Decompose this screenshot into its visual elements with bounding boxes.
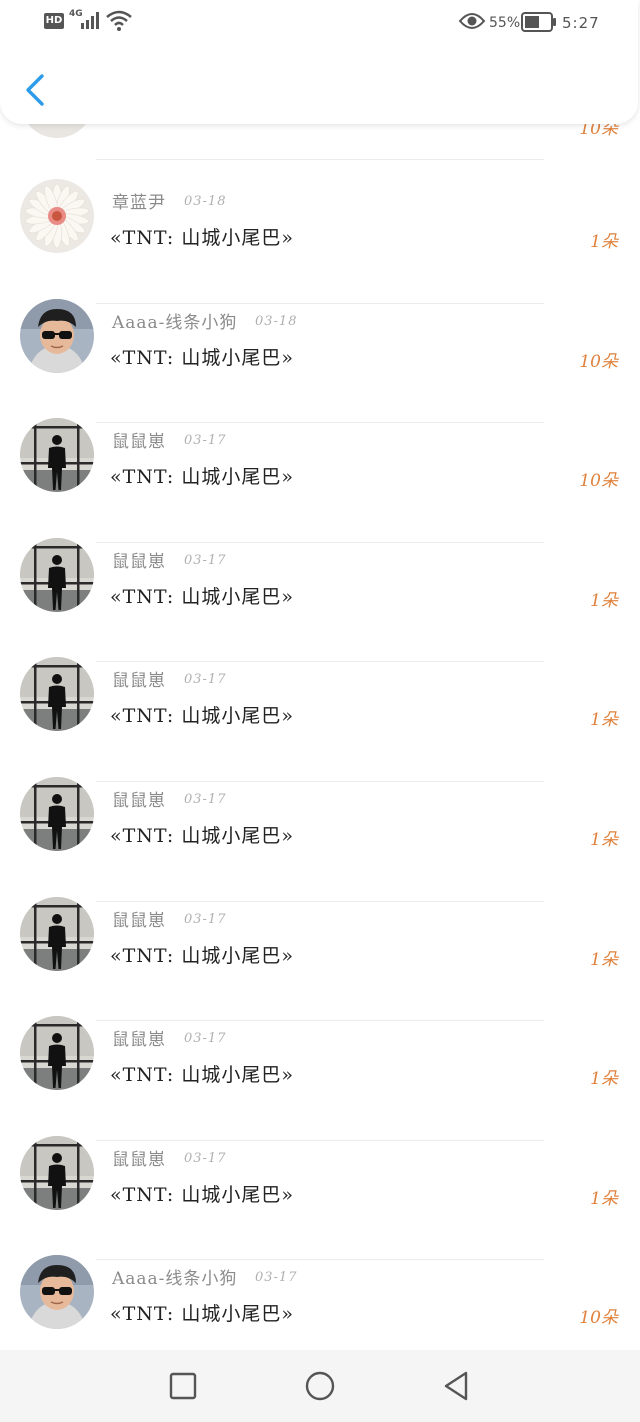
gift-amount: 1朵 xyxy=(590,232,618,252)
send-date: 03-18 xyxy=(184,194,227,209)
home-icon xyxy=(305,1371,335,1401)
list-item[interactable]: 章蓝尹 03-18 «TNT: 山城小尾巴» 1朵 xyxy=(0,179,640,304)
avatar[interactable] xyxy=(20,1255,94,1330)
wifi-icon xyxy=(106,10,132,31)
row-divider xyxy=(96,159,544,160)
sender-name[interactable]: 鼠鼠崽 xyxy=(112,427,166,452)
avatar[interactable] xyxy=(20,418,94,493)
sender-name[interactable]: 鼠鼠崽 xyxy=(112,1145,166,1170)
list-item[interactable]: 鼠鼠崽 03-17 «TNT: 山城小尾巴» 1朵 xyxy=(0,896,640,1022)
gift-amount: 1朵 xyxy=(590,1188,618,1209)
header: HD 4G 55% 5:27 xyxy=(0,0,638,124)
chevron-left-icon xyxy=(26,74,44,106)
gift-amount: 10朵 xyxy=(579,351,618,372)
gift-list: 10朵 章蓝尹 03-18 «TNT: 山城小尾巴» 1朵 Aaaa-线条小狗 … xyxy=(0,64,640,1380)
avatar[interactable] xyxy=(20,776,94,851)
gift-amount: 1朵 xyxy=(590,710,618,731)
recent-apps-button[interactable] xyxy=(165,1368,201,1404)
work-title: «TNT: 山城小尾巴» xyxy=(110,1303,294,1326)
sender-name[interactable]: 鼠鼠崽 xyxy=(112,786,166,811)
avatar[interactable] xyxy=(20,298,94,373)
recent-apps-icon xyxy=(169,1372,197,1400)
list-item[interactable]: 鼠鼠崽 03-17 «TNT: 山城小尾巴» 10朵 xyxy=(0,418,640,543)
avatar[interactable] xyxy=(20,1135,94,1210)
list-item[interactable]: 鼠鼠崽 03-17 «TNT: 山城小尾巴» 1朵 xyxy=(0,1016,640,1141)
send-date: 03-17 xyxy=(255,1270,298,1286)
sender-name[interactable]: 鼠鼠崽 xyxy=(112,547,166,572)
send-date: 03-17 xyxy=(184,552,227,568)
battery-icon xyxy=(521,12,556,32)
avatar[interactable] xyxy=(20,537,94,612)
avatar[interactable] xyxy=(20,179,94,253)
work-title: «TNT: 山城小尾巴» xyxy=(110,944,294,967)
avatar[interactable] xyxy=(20,896,94,971)
work-title: «TNT: 山城小尾巴» xyxy=(110,824,294,847)
clock: 5:27 xyxy=(562,14,600,32)
sender-name[interactable]: 章蓝尹 xyxy=(112,188,166,213)
signal-icon xyxy=(81,12,99,29)
status-bar: HD 4G 55% 5:27 xyxy=(0,0,640,44)
send-date: 03-18 xyxy=(255,313,298,329)
list-item[interactable]: 鼠鼠崽 03-17 «TNT: 山城小尾巴» 1朵 xyxy=(0,776,640,902)
avatar[interactable] xyxy=(20,1016,94,1091)
send-date: 03-17 xyxy=(184,433,227,449)
sender-name[interactable]: 鼠鼠崽 xyxy=(112,906,166,931)
back-button[interactable] xyxy=(18,70,54,110)
hd-badge: HD xyxy=(44,13,64,29)
gift-amount: 1朵 xyxy=(590,829,618,850)
send-date: 03-17 xyxy=(184,1031,227,1047)
avatar[interactable] xyxy=(20,657,94,732)
gift-amount: 1朵 xyxy=(590,1069,618,1090)
list-item[interactable]: 鼠鼠崽 03-17 «TNT: 山城小尾巴» 1朵 xyxy=(0,657,640,782)
list-item[interactable]: 鼠鼠崽 03-17 «TNT: 山城小尾巴» 1朵 xyxy=(0,537,640,663)
work-title: «TNT: 山城小尾巴» xyxy=(110,585,294,608)
send-date: 03-17 xyxy=(184,911,227,927)
home-button[interactable] xyxy=(302,1368,338,1404)
send-date: 03-17 xyxy=(184,672,227,688)
send-date: 03-17 xyxy=(184,791,227,807)
sender-name[interactable]: Aaaa-线条小狗 xyxy=(112,1264,237,1289)
work-title: «TNT: 山城小尾巴» xyxy=(110,346,294,369)
sender-name[interactable]: 鼠鼠崽 xyxy=(112,666,166,691)
work-title: «TNT: 山城小尾巴» xyxy=(110,1183,294,1206)
eye-icon xyxy=(459,13,485,29)
nav-back-button[interactable] xyxy=(438,1368,474,1404)
work-title: «TNT: 山城小尾巴» xyxy=(110,1064,294,1087)
system-nav-bar xyxy=(0,1350,640,1422)
gift-amount: 10朵 xyxy=(579,471,618,492)
sender-name[interactable]: Aaaa-线条小狗 xyxy=(112,308,237,333)
work-title: «TNT: 山城小尾巴» xyxy=(110,705,294,728)
list-item[interactable]: Aaaa-线条小狗 03-18 «TNT: 山城小尾巴» 10朵 xyxy=(0,298,640,424)
work-title: «TNT: 山城小尾巴» xyxy=(110,466,294,489)
sender-name[interactable]: 鼠鼠崽 xyxy=(112,1025,166,1050)
send-date: 03-17 xyxy=(184,1150,227,1166)
gift-amount: 1朵 xyxy=(590,949,618,970)
gift-amount: 10朵 xyxy=(579,1308,618,1329)
gift-amount: 1朵 xyxy=(590,590,618,611)
list-item[interactable]: 鼠鼠崽 03-17 «TNT: 山城小尾巴» 1朵 xyxy=(0,1135,640,1261)
work-title: «TNT: 山城小尾巴» xyxy=(110,227,294,249)
battery-percent: 55% xyxy=(489,15,521,31)
back-triangle-icon xyxy=(444,1371,468,1401)
